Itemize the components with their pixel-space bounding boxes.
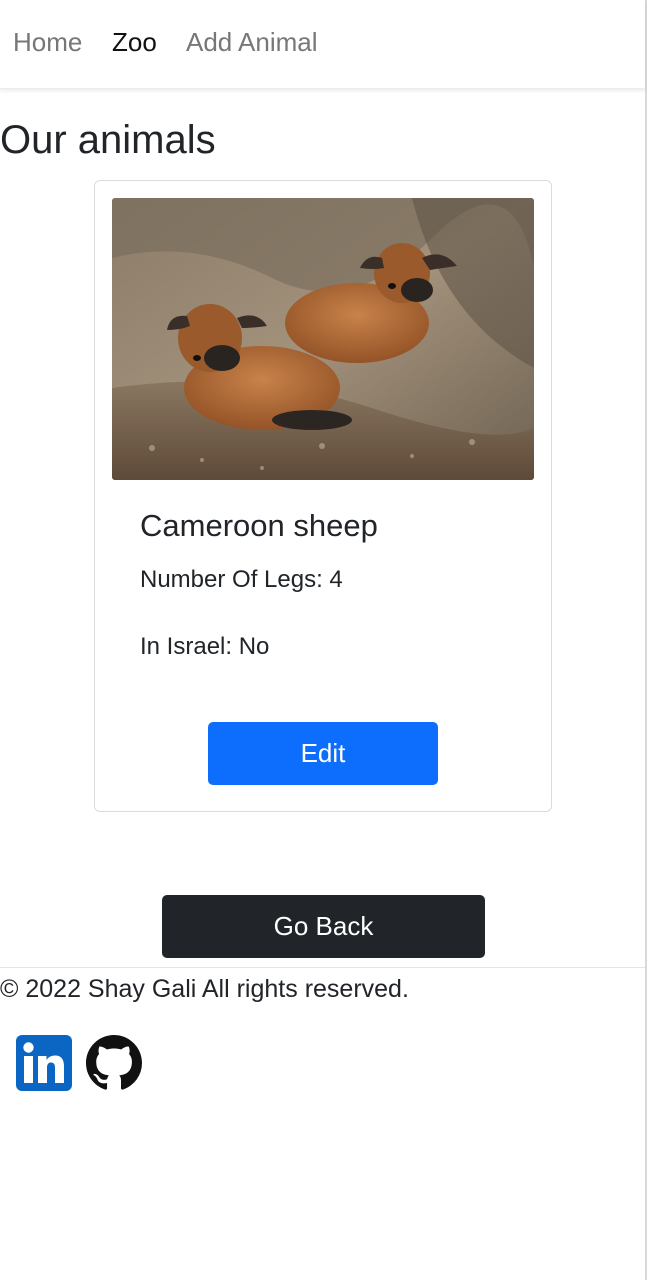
animal-name: Cameroon sheep (140, 508, 378, 543)
animal-photo (112, 198, 534, 480)
nav-link-add-animal[interactable]: Add Animal (186, 26, 318, 58)
nav-link-zoo[interactable]: Zoo (112, 26, 157, 58)
top-navbar: Home Zoo Add Animal (0, 0, 645, 89)
page: Home Zoo Add Animal Our animals Cameroon… (0, 0, 647, 1280)
linkedin-icon[interactable] (16, 1035, 72, 1091)
edit-button[interactable]: Edit (208, 722, 438, 785)
footer-divider (0, 967, 645, 968)
go-back-button[interactable]: Go Back (162, 895, 485, 958)
animal-in-israel: In Israel: No (140, 633, 270, 660)
github-icon[interactable] (86, 1035, 142, 1091)
nav-link-home[interactable]: Home (13, 26, 82, 58)
animal-legs: Number Of Legs: 4 (140, 566, 343, 593)
page-title: Our animals (0, 118, 216, 162)
copyright-text: © 2022 Shay Gali All rights reserved. (0, 975, 409, 1003)
animal-card: Cameroon sheep Number Of Legs: 4 In Isra… (94, 180, 552, 812)
